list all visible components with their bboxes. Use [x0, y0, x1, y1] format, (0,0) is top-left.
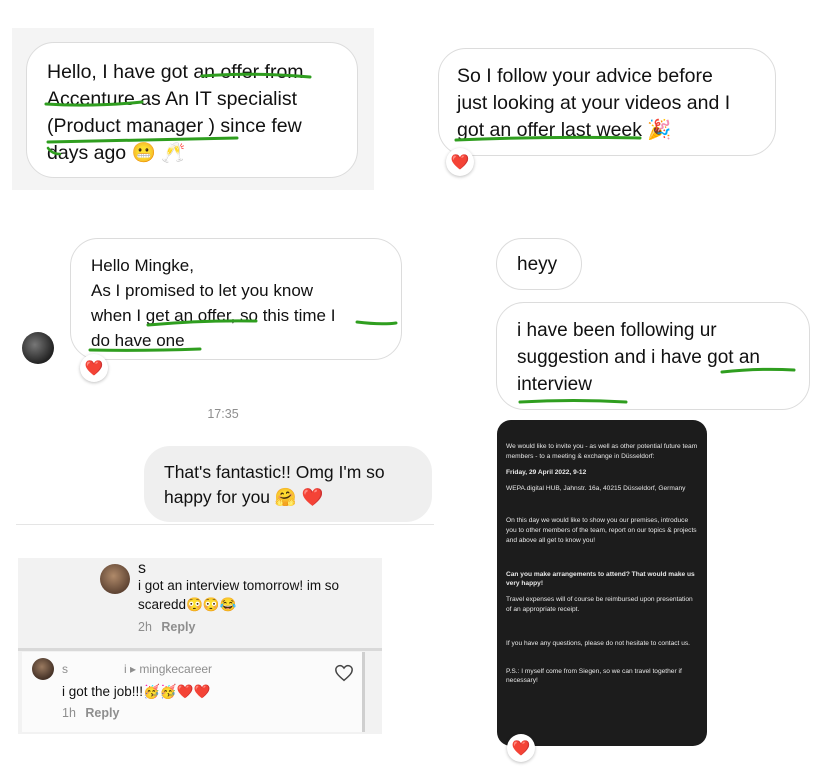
- invite-text: If you have any questions, please do not…: [506, 639, 691, 647]
- message-line: (Product manager ) since few: [47, 115, 302, 137]
- message-line: So I follow your advice before: [457, 65, 713, 87]
- invite-question: Can you make arrangements to attend? Tha…: [506, 570, 695, 588]
- commenter-avatar: [100, 564, 130, 594]
- message-line: just looking at your videos and I: [457, 92, 731, 114]
- comment-line: i got an interview tomorrow! im so: [138, 578, 340, 593]
- message-line: got an offer last week 🎉: [457, 119, 672, 141]
- comment-time: 1h: [62, 706, 76, 720]
- invite-address: WEPA.digital HUB, Jahnstr. 16a, 40215 Dü…: [506, 485, 686, 493]
- comment-meta: 2h Reply: [138, 620, 195, 634]
- reply-link[interactable]: Reply: [85, 706, 119, 720]
- invite-ps: P.S.: I myself come from Siegen, so we c…: [506, 667, 682, 685]
- message-line: do have one: [91, 331, 185, 350]
- message-line: That's fantastic!! Omg I'm so: [164, 462, 385, 482]
- comment-author: s: [62, 662, 68, 676]
- panel-top-right: So I follow your advice before just look…: [428, 30, 798, 180]
- invite-date: Friday, 29 April 2022, 9-12: [506, 468, 587, 476]
- message-bubble-heyy: heyy: [496, 238, 582, 290]
- reaction-heart-icon[interactable]: ❤️: [446, 148, 474, 176]
- message-line: i have been following ur: [517, 320, 717, 341]
- panel-mid-left: Hello Mingke, As I promised to let you k…: [12, 228, 434, 528]
- timestamp: 17:35: [207, 407, 239, 421]
- panel-top-left: Hello, I have got an offer from Accentur…: [12, 28, 374, 190]
- message-line: days ago 😬 🥂: [47, 142, 186, 164]
- reaction-heart-icon[interactable]: ❤️: [80, 354, 108, 382]
- message-bubble-mingke: Hello Mingke, As I promised to let you k…: [70, 238, 402, 360]
- message-line: As I promised to let you know: [91, 281, 314, 300]
- reply-link[interactable]: Reply: [161, 620, 195, 634]
- message-line: Hello Mingke,: [91, 256, 194, 275]
- comment-line: scaredd😳😳😂: [138, 597, 237, 612]
- heart-outline-icon[interactable]: [334, 664, 354, 682]
- invitation-email-screenshot: We would like to invite you - as well as…: [497, 420, 707, 746]
- reply-to-label: i ▸ mingkecareer: [124, 662, 213, 676]
- invite-text: On this day we would like to show you ou…: [506, 517, 697, 544]
- invite-text: We would like to invite you - as well as…: [506, 443, 698, 460]
- avatar: [22, 332, 54, 364]
- message-line: interview: [517, 374, 592, 395]
- comment-time: 2h: [138, 620, 152, 634]
- commenter-avatar: [32, 658, 54, 680]
- message-line: Hello, I have got an offer from: [47, 61, 304, 83]
- message-bubble-accenture: Hello, I have got an offer from Accentur…: [26, 42, 358, 178]
- reaction-heart-icon[interactable]: ❤️: [507, 734, 535, 762]
- panel-mid-right: heyy i have been following ur suggestion…: [484, 228, 816, 418]
- message-bubble-interview: i have been following ur suggestion and …: [496, 302, 810, 410]
- message-bubble-offer: So I follow your advice before just look…: [438, 48, 776, 156]
- message-line: when I get an offer, so this time I: [91, 306, 336, 325]
- comment-text: i got an interview tomorrow! im so scare…: [138, 576, 339, 614]
- message-line: Accenture as An IT specialist: [47, 88, 298, 110]
- reply-bubble: That's fantastic!! Omg I'm so happy for …: [144, 446, 432, 522]
- comment-meta: 1h Reply: [62, 706, 119, 720]
- divider: [18, 648, 382, 651]
- message-line: suggestion and i have got an: [517, 347, 760, 368]
- invite-text: Travel expenses will of course be reimbu…: [506, 596, 693, 613]
- comment-text: i got the job!!!🥳🥳❤️❤️: [62, 684, 211, 699]
- message-line: happy for you 🤗 ❤️: [164, 487, 324, 507]
- panel-comments: s i got an interview tomorrow! im so sca…: [18, 558, 382, 734]
- message-line: heyy: [517, 254, 558, 275]
- divider: [16, 524, 434, 525]
